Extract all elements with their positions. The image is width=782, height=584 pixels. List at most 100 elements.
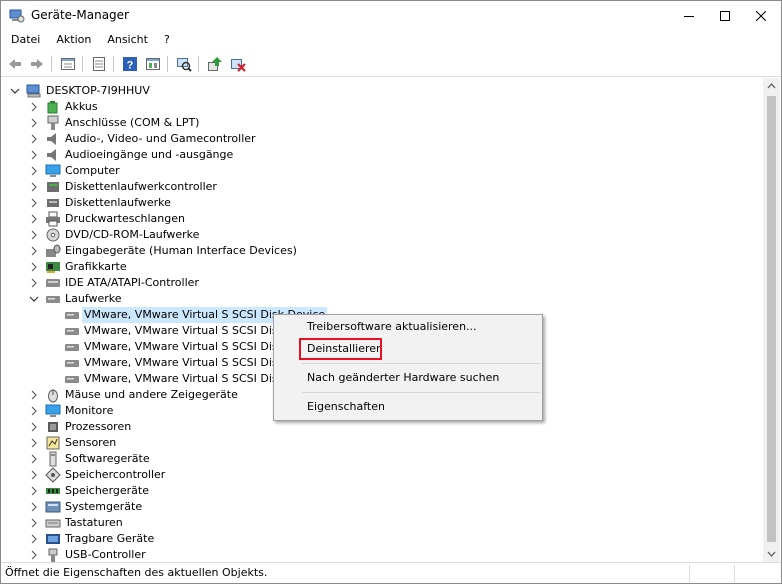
chevron-down-icon[interactable] [29,291,39,307]
title-bar: Geräte-Manager [1,1,781,30]
tree-category[interactable]: Computer [1,163,761,179]
disk-drive-icon [64,307,80,323]
sensor-icon [45,435,61,451]
monitor-icon [45,163,61,179]
tree-category-label: Audioeingänge und -ausgänge [65,148,234,161]
ctx-update-driver[interactable]: Treibersoftware aktualisieren... [274,316,542,338]
tree-category[interactable]: Tragbare Geräte [1,531,761,547]
scroll-up-icon[interactable] [763,78,780,95]
chevron-right-icon[interactable] [29,387,39,403]
toolbar-separator [51,56,52,72]
chevron-right-icon[interactable] [29,163,39,179]
dvd-icon [45,227,61,243]
tree-category-label: Speichercontroller [65,468,166,481]
tree-category-expanded[interactable]: Laufwerke [1,291,761,307]
chevron-right-icon[interactable] [29,403,39,419]
ctx-properties[interactable]: Eigenschaften [274,396,542,418]
tree-category-label: Monitore [65,404,114,417]
update-driver-icon[interactable] [206,55,224,73]
tree-category[interactable]: Sensoren [1,435,761,451]
speaker-icon [45,147,61,163]
forward-arrow-icon[interactable] [28,55,46,73]
tree-category[interactable]: Speichercontroller [1,467,761,483]
tree-category-label: Laufwerke [65,292,122,305]
menu-help[interactable]: ? [156,30,178,50]
context-menu: Treibersoftware aktualisieren... Deinsta… [273,314,543,421]
chevron-right-icon[interactable] [29,115,39,131]
tree-category-label: Systemgeräte [65,500,143,513]
tree-category-label: Softwaregeräte [65,452,150,465]
tree-category[interactable]: Anschlüsse (COM & LPT) [1,115,761,131]
ctx-scan-hardware[interactable]: Nach geänderter Hardware suchen [274,367,542,389]
tree-category[interactable]: Prozessoren [1,419,761,435]
uninstall-device-icon[interactable] [229,55,247,73]
chevron-right-icon[interactable] [29,467,39,483]
chevron-right-icon[interactable] [29,243,39,259]
toolbar-separator [167,56,168,72]
chevron-right-icon[interactable] [29,227,39,243]
usb-icon [45,547,61,562]
tree-category-label: Tragbare Geräte [65,532,155,545]
tree-device-label: VMware, VMware Virtual S SCSI Disk [84,324,285,337]
chevron-right-icon[interactable] [29,435,39,451]
tree-category-label: USB-Controller [65,548,146,561]
status-divider [689,565,690,582]
chevron-right-icon[interactable] [29,451,39,467]
toolbar-separator [113,56,114,72]
chevron-right-icon[interactable] [29,499,39,515]
menu-aktion[interactable]: Aktion [48,30,99,50]
tree-category[interactable]: DVD/CD-ROM-Laufwerke [1,227,761,243]
tree-category-label: DVD/CD-ROM-Laufwerke [65,228,200,241]
tree-category[interactable]: Softwaregeräte [1,451,761,467]
chevron-right-icon[interactable] [29,547,39,562]
help-icon[interactable]: ? [121,55,139,73]
tree-category[interactable]: Diskettenlaufwerke [1,195,761,211]
chevron-right-icon[interactable] [29,259,39,275]
chevron-right-icon[interactable] [29,131,39,147]
scrollbar-thumb[interactable] [767,96,776,542]
tree-category[interactable]: Audio-, Video- und Gamecontroller [1,131,761,147]
resources-icon[interactable] [144,55,162,73]
tree-category[interactable]: IDE ATA/ATAPI-Controller [1,275,761,291]
tree-category[interactable]: Akkus [1,99,761,115]
tree-category[interactable]: Tastaturen [1,515,761,531]
chevron-right-icon[interactable] [29,195,39,211]
chevron-right-icon[interactable] [29,515,39,531]
tree-category[interactable]: Eingabegeräte (Human Interface Devices) [1,243,761,259]
tree-category[interactable]: Speichergeräte [1,483,761,499]
tree-root-label: DESKTOP-7I9HHUV [46,84,150,97]
menu-datei[interactable]: Datei [1,30,48,50]
chevron-down-icon[interactable] [10,83,20,99]
chevron-right-icon[interactable] [29,147,39,163]
tree-category[interactable]: Systemgeräte [1,499,761,515]
chevron-right-icon[interactable] [29,531,39,547]
disk-drive-icon [64,371,80,387]
tree-category[interactable]: USB-Controller [1,547,761,562]
chevron-right-icon[interactable] [29,419,39,435]
scan-hardware-icon[interactable] [175,55,193,73]
back-arrow-icon[interactable] [6,55,24,73]
tree-device-label: VMware, VMware Virtual S SCSI Disk [84,340,285,353]
toolbar-separator [82,56,83,72]
tree-category[interactable]: Diskettenlaufwerkcontroller [1,179,761,195]
computer-icon [26,83,42,99]
tree-category[interactable]: Druckwarteschlangen [1,211,761,227]
tree-category[interactable]: Audioeingänge und -ausgänge [1,147,761,163]
chevron-right-icon[interactable] [29,179,39,195]
close-button[interactable] [738,1,782,30]
list-view-icon[interactable] [90,55,108,73]
menu-bar: Datei Aktion Ansicht ? [1,30,781,50]
chevron-right-icon[interactable] [29,483,39,499]
scroll-down-icon[interactable] [763,545,780,562]
vertical-scrollbar[interactable] [763,78,780,562]
tree-category[interactable]: Grafikkarte [1,259,761,275]
chevron-right-icon[interactable] [29,275,39,291]
storage-controller-icon [45,467,61,483]
properties-icon[interactable] [59,55,77,73]
device-manager-icon [9,8,25,24]
tree-root[interactable]: DESKTOP-7I9HHUV [1,83,761,99]
chevron-right-icon[interactable] [29,99,39,115]
chevron-right-icon[interactable] [29,211,39,227]
menu-ansicht[interactable]: Ansicht [99,30,156,50]
disk-drive-icon [64,339,80,355]
